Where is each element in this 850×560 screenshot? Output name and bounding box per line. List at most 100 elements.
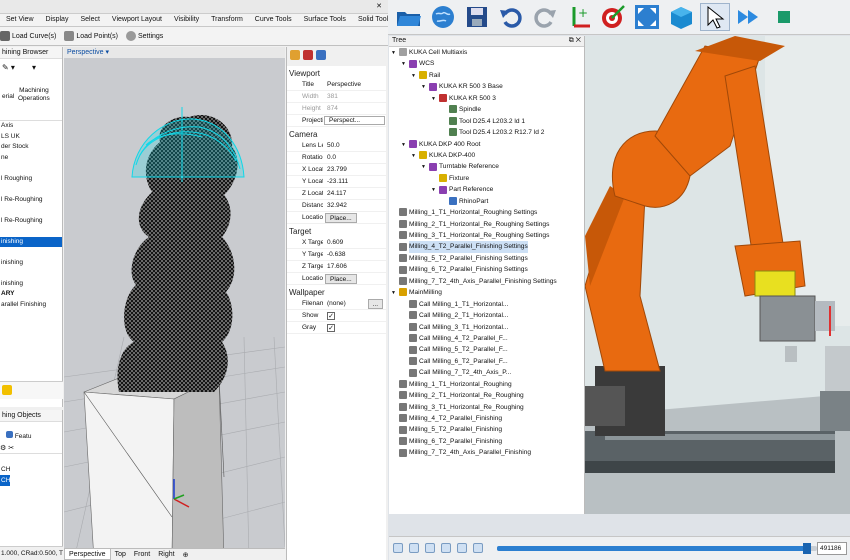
frame-input[interactable]: 491186 (817, 542, 847, 555)
tab-perspective[interactable]: Perspective (64, 549, 111, 560)
operation-item[interactable]: der Stock (0, 142, 62, 153)
tree-window-controls[interactable]: ⧉ ✕ (569, 37, 581, 45)
tree-node[interactable]: ▼ Rail (389, 70, 584, 81)
step-forward-icon[interactable] (441, 543, 451, 553)
tree-node[interactable]: Milling_2_T1_Horizontal_Re_Roughing Sett… (389, 219, 584, 230)
operation-item[interactable]: ARY (0, 289, 62, 300)
operation-item[interactable]: l Roughing (0, 174, 62, 185)
tree-node[interactable]: Call Milling_3_T1_Horizontal... (389, 322, 584, 333)
operation-item[interactable] (0, 226, 62, 237)
operation-item[interactable]: inishing (0, 279, 62, 290)
close-icon[interactable]: ✕ (376, 2, 382, 10)
target-icon[interactable] (598, 3, 628, 31)
material-icon[interactable] (303, 50, 313, 60)
tab-set-view[interactable]: Set View (0, 14, 40, 26)
operation-item[interactable]: Axis (0, 121, 62, 132)
operation-item[interactable]: inishing (0, 236, 62, 247)
undo-icon[interactable] (496, 3, 526, 31)
add-tab-icon[interactable]: ⊕ (179, 549, 193, 560)
tab-curve-tools[interactable]: Curve Tools (249, 14, 298, 26)
tree-node[interactable]: ▼ KUKA KR 500 3 (389, 93, 584, 104)
z-location-field[interactable]: 24.117 (323, 190, 386, 197)
y-location-field[interactable]: -23.111 (323, 178, 386, 185)
tree-node[interactable]: ▼ MainMilling (389, 287, 584, 298)
title-field[interactable]: Perspective (323, 81, 386, 88)
tree-node[interactable]: Milling_7_T2_4th_Axis_Parallel_Finishing (389, 447, 584, 458)
operation-item[interactable] (0, 247, 62, 258)
tree-node[interactable]: Milling_6_T2_Parallel_Finishing (389, 436, 584, 447)
tree-node[interactable]: Milling_3_T1_Horizontal_Re_Roughing Sett… (389, 230, 584, 241)
operation-item[interactable]: l Re-Roughing (0, 216, 62, 227)
settings-button[interactable]: Settings (126, 31, 163, 41)
tree-node[interactable]: Milling_4_T2_Parallel_Finishing (389, 413, 584, 424)
tree-node[interactable]: ▼ KUKA Cell Multiaxis (389, 47, 584, 58)
tree-node[interactable]: Milling_1_T1_Horizontal_Roughing Setting… (389, 207, 584, 218)
y-target-field[interactable]: -0.638 (323, 251, 386, 258)
tree-node[interactable]: Milling_4_T2_Parallel_Finishing Settings (389, 241, 584, 253)
perspective-viewport[interactable] (63, 47, 286, 560)
tab-select[interactable]: Select (74, 14, 105, 26)
operation-item[interactable]: arallel Finishing (0, 300, 62, 311)
tree-node[interactable]: Milling_1_T1_Horizontal_Roughing (389, 379, 584, 390)
tab-front[interactable]: Front (130, 549, 154, 560)
tree-node[interactable]: Call Milling_4_T2_Parallel_F... (389, 333, 584, 344)
camera-place-button[interactable]: Place... (325, 212, 357, 223)
operation-item[interactable]: inishing (0, 258, 62, 269)
stop-icon[interactable] (768, 3, 798, 31)
operation-item[interactable]: LS UK (0, 132, 62, 143)
tree-node[interactable]: ▼ KUKA DKP-400 (389, 150, 584, 161)
x-location-field[interactable]: 23.799 (323, 166, 386, 173)
machining-object-item[interactable]: CH (0, 464, 62, 475)
save-icon[interactable] (462, 3, 492, 31)
gray-checkbox[interactable]: ✓ (327, 323, 335, 332)
open-folder-icon[interactable] (394, 3, 424, 31)
operation-item[interactable] (0, 205, 62, 216)
add-axis-icon[interactable]: + (564, 3, 594, 31)
operation-item[interactable]: ne (0, 153, 62, 164)
play-forward-icon[interactable] (734, 3, 764, 31)
redo-icon[interactable] (530, 3, 560, 31)
tree-node[interactable]: ▼ KUKA KR 500 3 Base (389, 81, 584, 92)
tree-node[interactable]: Milling_5_T2_Parallel_Finishing Settings (389, 253, 584, 264)
tree-node[interactable]: Call Milling_2_T1_Horizontal... (389, 310, 584, 321)
tab-viewport-layout[interactable]: Viewport Layout (106, 14, 168, 26)
tree-node[interactable]: Milling_2_T1_Horizontal_Re_Roughing (389, 390, 584, 401)
viewport-props-icon[interactable] (316, 50, 326, 60)
load-curves-button[interactable]: Load Curve(s) (0, 31, 56, 41)
filter-icon[interactable]: ▾ (32, 63, 36, 72)
tab-surface-tools[interactable]: Surface Tools (298, 14, 352, 26)
filename-field[interactable]: (none) (323, 300, 366, 307)
tab-transform[interactable]: Transform (205, 14, 249, 26)
tree-node[interactable]: ▼ KUKA DKP 400 Root (389, 139, 584, 150)
operation-item[interactable] (0, 184, 62, 195)
tree-node[interactable]: Milling_7_T2_4th_Axis_Parallel_Finishing… (389, 276, 584, 287)
object-props-icon[interactable] (290, 50, 300, 60)
tree-node[interactable]: Fixture (389, 173, 584, 184)
tree-node[interactable]: ▼ Turntable Reference (389, 161, 584, 172)
tree-node[interactable]: Milling_5_T2_Parallel_Finishing (389, 424, 584, 435)
wrench-icon[interactable]: ✎ ▾ (2, 63, 15, 72)
projection-select[interactable]: Perspect... (324, 116, 385, 125)
tab-solid-tools[interactable]: Solid Tool (352, 14, 388, 26)
timeline-handle[interactable] (803, 543, 812, 554)
browse-button[interactable]: ... (367, 298, 383, 309)
tree-node[interactable]: Call Milling_7_T2_4th_Axis_P... (389, 367, 584, 378)
tree-node[interactable]: Call Milling_5_T2_Parallel_F... (389, 344, 584, 355)
x-target-field[interactable]: 0.609 (323, 239, 386, 246)
load-points-button[interactable]: Load Point(s) (64, 31, 118, 41)
operation-item[interactable]: l Re-Roughing (0, 195, 62, 206)
tree-node[interactable]: Call Milling_6_T2_Parallel_F... (389, 356, 584, 367)
tree-node[interactable]: ▼ WCS (389, 58, 584, 69)
skip-end-icon[interactable] (457, 543, 467, 553)
operation-item[interactable] (0, 163, 62, 174)
tab-material[interactable]: erial (2, 93, 14, 100)
tree-node[interactable]: Spindle (389, 104, 584, 115)
tab-display[interactable]: Display (40, 14, 75, 26)
feature-dropdown[interactable]: Featu (6, 431, 31, 440)
viewport-title[interactable]: Perspective ▾ (64, 47, 285, 58)
operation-item[interactable] (0, 268, 62, 279)
stop-playback-icon[interactable] (409, 543, 419, 553)
target-place-button[interactable]: Place... (325, 273, 357, 284)
pointer-icon[interactable] (700, 3, 730, 31)
lens-field[interactable]: 50.0 (323, 142, 386, 149)
